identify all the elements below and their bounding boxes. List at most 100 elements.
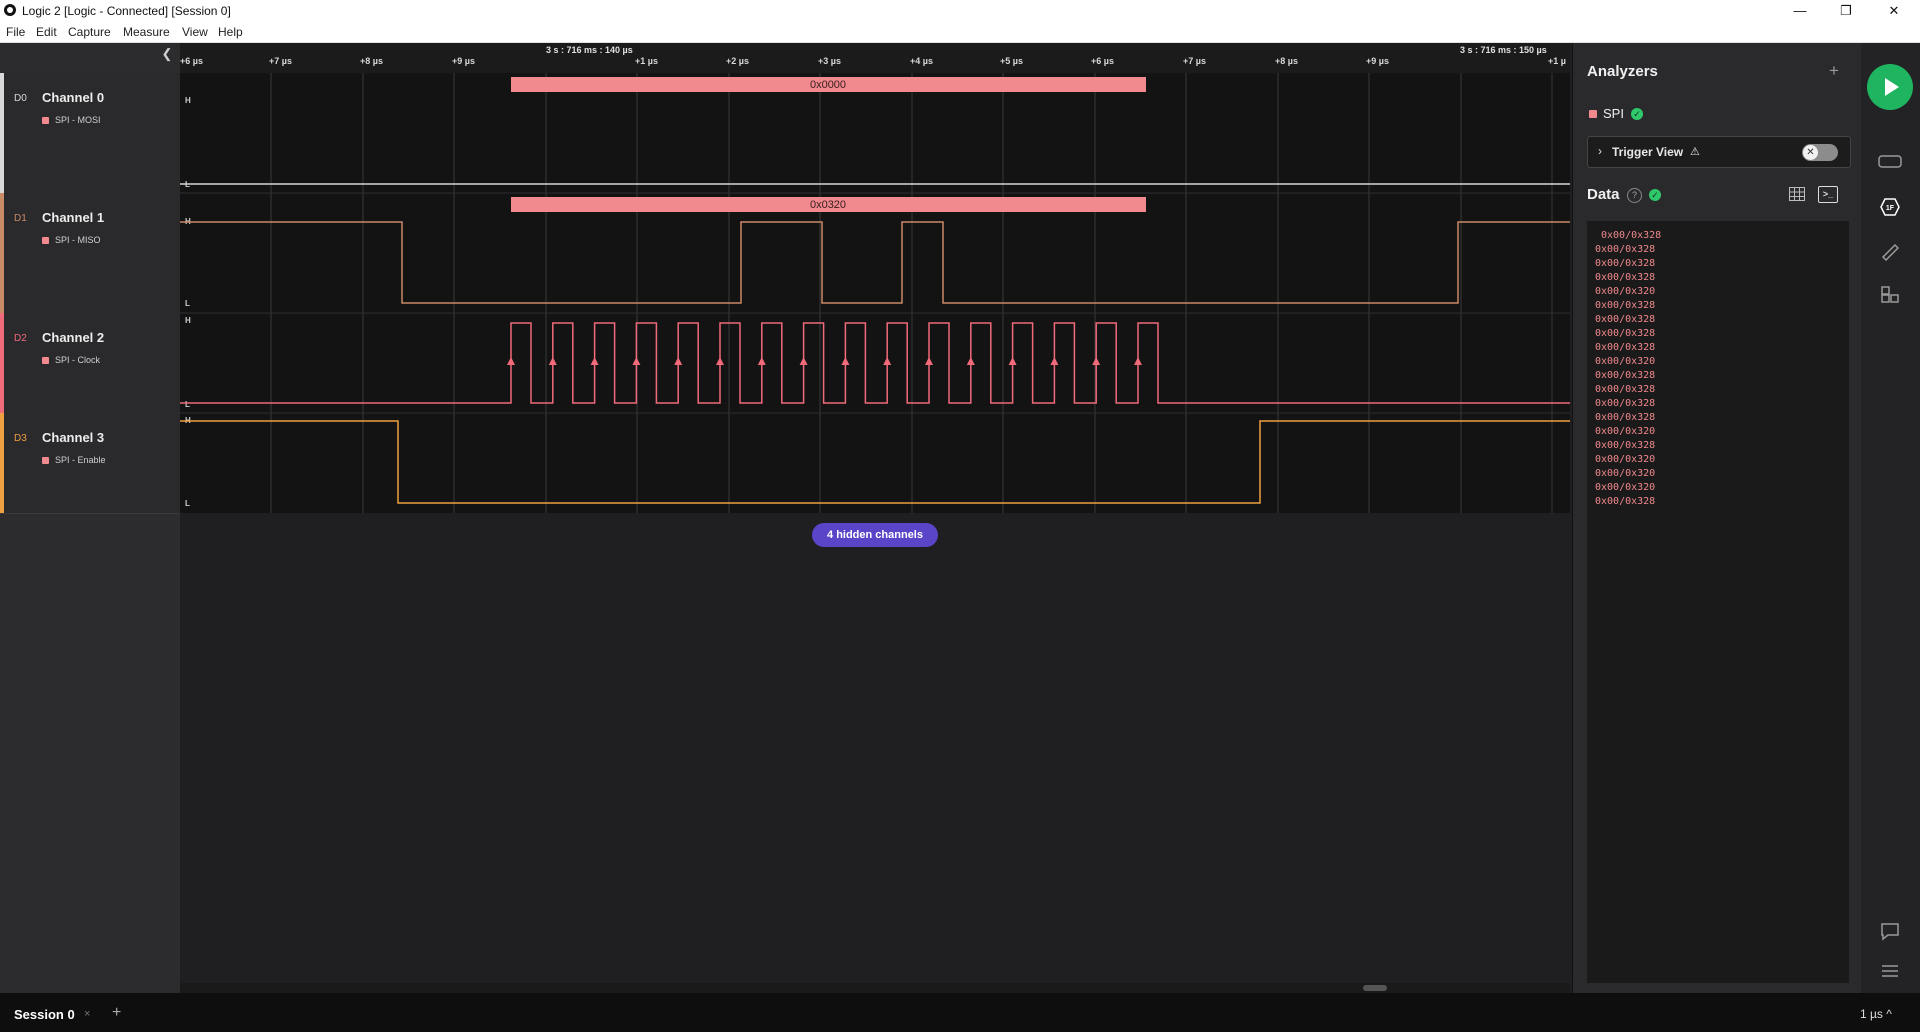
trigger-view-toggle[interactable]: ✕ — [1802, 144, 1838, 161]
ch3-waveform — [180, 420, 1570, 504]
data-row[interactable]: 0x00/0x328 — [1587, 257, 1661, 271]
data-row[interactable]: 0x00/0x328 — [1587, 299, 1661, 313]
menu-edit[interactable]: Edit — [36, 25, 57, 39]
ruler-tick: +3 µs — [818, 56, 841, 66]
channel-row-3[interactable]: D3 Channel 3 SPI - Enable — [0, 413, 180, 514]
feedback-chat-icon[interactable] — [1877, 920, 1903, 942]
time-ruler[interactable]: +6 µs +7 µs +8 µs +9 µs +1 µs +2 µs +3 µ… — [180, 43, 1570, 74]
rising-edge-marker — [1050, 357, 1059, 365]
rising-edge-marker — [1008, 357, 1017, 365]
table-view-icon[interactable] — [1789, 187, 1805, 201]
ruler-tick: +9 µs — [452, 56, 475, 66]
channel-name[interactable]: Channel 1 — [42, 210, 104, 225]
close-session-icon[interactable]: × — [84, 1008, 90, 1020]
ch2-low-label: L — [185, 400, 190, 409]
chevron-right-icon[interactable]: › — [1598, 144, 1602, 158]
channel-color-stripe — [0, 413, 4, 513]
session-tab[interactable]: Session 0 — [14, 1007, 75, 1022]
trigger-view-label: Trigger View — [1612, 145, 1684, 159]
data-row[interactable]: 0x00/0x328 — [1587, 243, 1661, 257]
channel-id: D2 — [14, 333, 27, 344]
rising-edge-marker — [799, 357, 808, 365]
channel-id: D1 — [14, 213, 27, 224]
data-row[interactable]: 0x00/0x328 — [1587, 397, 1661, 411]
analyzer-color-icon — [1589, 110, 1597, 118]
channel-color-stripe — [0, 313, 4, 413]
data-row[interactable]: 0x00/0x328 — [1587, 327, 1661, 341]
data-row[interactable]: 0x00/0x320 — [1587, 481, 1661, 495]
warning-icon: ⚠ — [1690, 146, 1700, 158]
analyzer-name[interactable]: SPI — [1603, 106, 1624, 121]
data-row[interactable]: 0x00/0x328 — [1587, 369, 1661, 383]
analyzers-icon[interactable]: 1F — [1877, 196, 1903, 218]
ruler-tick: +6 µs — [1091, 56, 1114, 66]
toggle-off-icon: ✕ — [1803, 145, 1818, 160]
ruler-timestamp: 3 s : 716 ms : 150 µs — [1460, 45, 1547, 55]
data-row[interactable]: 0x00/0x320 — [1587, 425, 1661, 439]
data-row[interactable]: 0x00/0x320 — [1587, 467, 1661, 481]
ruler-tick: +7 µs — [1183, 56, 1206, 66]
collapse-sidebar-icon[interactable]: ❮ — [160, 47, 174, 61]
analyzer-color-icon — [42, 457, 49, 464]
data-row[interactable]: 0x00/0x328 — [1587, 341, 1661, 355]
tool-strip: 1F — [1861, 43, 1920, 993]
waveform-area[interactable]: H L 0x0000 H L 0x0320 H L H L — [180, 73, 1570, 513]
ruler-tick: +6 µs — [180, 56, 203, 66]
clock-edge-markers — [507, 357, 1142, 365]
analyzers-title: Analyzers — [1587, 63, 1658, 80]
rising-edge-marker — [548, 357, 557, 365]
measurements-ruler-icon[interactable] — [1877, 240, 1903, 262]
data-row[interactable]: 0x00/0x328 — [1587, 313, 1661, 327]
svg-text:1F: 1F — [1886, 205, 1895, 212]
menu-file[interactable]: File — [6, 25, 25, 39]
add-analyzer-button[interactable]: + — [1829, 61, 1839, 81]
ruler-tick: +2 µs — [726, 56, 749, 66]
ch2-high-label: H — [185, 316, 191, 325]
channel-row-2[interactable]: D2 Channel 2 SPI - Clock — [0, 313, 180, 414]
channel-row-0[interactable]: D0 Channel 0 SPI - MOSI — [0, 73, 180, 194]
help-icon[interactable]: ? — [1627, 188, 1642, 203]
channel-name[interactable]: Channel 2 — [42, 330, 104, 345]
menu-icon[interactable] — [1877, 960, 1903, 982]
channel-name[interactable]: Channel 0 — [42, 90, 104, 105]
minimize-button[interactable]: — — [1780, 2, 1820, 20]
data-row[interactable]: 0x00/0x320 — [1587, 453, 1661, 467]
terminal-view-icon[interactable]: >_ — [1818, 186, 1838, 203]
data-row[interactable]: 0x00/0x328 — [1587, 495, 1661, 509]
data-row[interactable]: 0x00/0x328 — [1587, 439, 1661, 453]
data-list: 0x00/0x328 0x00/0x328 0x00/0x328 0x00/0x… — [1587, 229, 1661, 509]
channel-name[interactable]: Channel 3 — [42, 430, 104, 445]
extensions-icon[interactable] — [1877, 284, 1903, 306]
hidden-channels-button[interactable]: 4 hidden channels — [812, 523, 938, 547]
data-row[interactable]: 0x00/0x320 — [1587, 285, 1661, 299]
scrollbar-thumb[interactable] — [1363, 985, 1387, 991]
waveform-canvas: H L 0x0000 H L 0x0320 H L H L — [180, 73, 1570, 513]
menu-measure[interactable]: Measure — [123, 25, 170, 39]
data-row[interactable]: 0x00/0x320 — [1587, 355, 1661, 369]
ruler-tick: +8 µs — [360, 56, 383, 66]
data-row[interactable]: 0x00/0x328 — [1587, 411, 1661, 425]
empty-channel-area — [180, 513, 1570, 983]
add-session-button[interactable]: + — [112, 1004, 121, 1022]
menu-help[interactable]: Help — [218, 25, 243, 39]
rising-edge-marker — [674, 357, 683, 365]
trigger-view-row[interactable]: › Trigger View ⚠ ✕ — [1587, 136, 1851, 168]
data-row[interactable]: 0x00/0x328 — [1587, 229, 1661, 243]
horizontal-scrollbar[interactable] — [180, 983, 1570, 993]
analyzer-color-icon — [42, 237, 49, 244]
menu-view[interactable]: View — [182, 25, 208, 39]
restore-button[interactable]: ❐ — [1826, 2, 1866, 20]
device-settings-icon[interactable] — [1877, 150, 1903, 172]
rising-edge-marker — [507, 357, 515, 365]
data-row[interactable]: 0x00/0x328 — [1587, 271, 1661, 285]
start-capture-button[interactable] — [1867, 64, 1913, 110]
data-table[interactable]: 0x00/0x328 0x00/0x328 0x00/0x328 0x00/0x… — [1587, 221, 1849, 983]
menu-capture[interactable]: Capture — [68, 25, 111, 39]
ruler-tick: +1 µs — [635, 56, 658, 66]
channel-row-1[interactable]: D1 Channel 1 SPI - MISO — [0, 193, 180, 314]
ch3-low-label: L — [185, 499, 190, 508]
data-row[interactable]: 0x00/0x328 — [1587, 383, 1661, 397]
time-gridlines — [270, 73, 1553, 513]
close-button[interactable]: ✕ — [1874, 2, 1914, 20]
time-scale-indicator[interactable]: 1 µs ^ — [1860, 1007, 1892, 1021]
